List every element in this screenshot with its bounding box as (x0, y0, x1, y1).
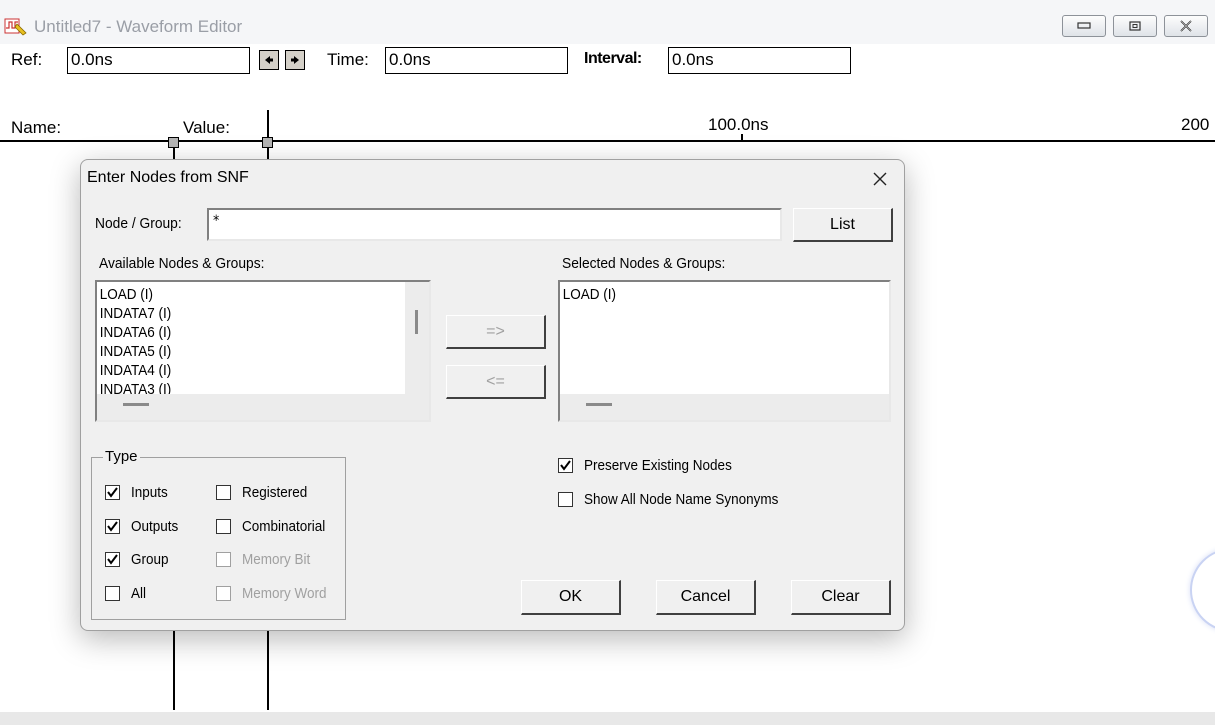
interval-field[interactable]: 0.0ns (668, 47, 851, 74)
group-checkbox[interactable] (105, 552, 120, 567)
floating-circle-button[interactable] (1190, 548, 1215, 632)
combinatorial-checkbox[interactable] (216, 519, 231, 534)
preserve-existing-label: Preserve Existing Nodes (584, 457, 732, 474)
list-item[interactable]: LOAD (I) (560, 285, 848, 304)
list-item[interactable]: INDATA6 (I) (97, 323, 372, 342)
minimize-button[interactable] (1062, 15, 1106, 37)
horizontal-scroll-thumb[interactable] (586, 403, 612, 406)
inputs-label: Inputs (131, 484, 168, 501)
value-column-label: Value: (183, 118, 230, 137)
list-item[interactable]: INDATA3 (I) (97, 380, 372, 395)
time-field[interactable]: 0.0ns (385, 47, 568, 74)
time-tick-100ns: 100.0ns (708, 115, 769, 134)
selected-nodes-label: Selected Nodes & Groups: (562, 255, 726, 272)
show-synonyms-checkbox[interactable] (558, 492, 573, 507)
window-titlebar: Untitled7 - Waveform Editor (0, 0, 1215, 44)
enter-nodes-dialog: Enter Nodes from SNF Node / Group: * Lis… (80, 159, 905, 631)
checkmark-icon (107, 521, 118, 532)
checkmark-icon (107, 487, 118, 498)
ref-next-button[interactable] (285, 50, 305, 70)
show-synonyms-label: Show All Node Name Synonyms (584, 491, 779, 508)
restore-button[interactable] (1113, 15, 1157, 37)
outputs-label: Outputs (131, 518, 179, 535)
add-node-button[interactable]: => (446, 315, 546, 349)
dialog-close-button[interactable] (869, 168, 891, 190)
all-checkbox[interactable] (105, 586, 120, 601)
list-item[interactable]: INDATA7 (I) (97, 304, 372, 323)
ok-button[interactable]: OK (521, 580, 621, 615)
group-label: Group (131, 551, 169, 568)
registered-label: Registered (242, 484, 308, 501)
list-item[interactable]: INDATA5 (I) (97, 342, 372, 361)
vertical-scroll-thumb[interactable] (415, 310, 418, 334)
time-tick-200: 200 (1181, 115, 1210, 134)
checkmark-icon (107, 554, 118, 565)
restore-icon (1129, 21, 1141, 31)
window-title: Untitled7 - Waveform Editor (34, 17, 243, 36)
close-icon (873, 172, 887, 186)
arrow-left-icon (265, 56, 273, 64)
inputs-checkbox[interactable] (105, 485, 120, 500)
node-group-label: Node / Group: (95, 215, 182, 232)
horizontal-scrollbar[interactable] (560, 394, 889, 420)
type-group-label: Type (103, 448, 140, 465)
memory-word-checkbox (216, 586, 231, 601)
close-window-button[interactable] (1164, 15, 1208, 37)
horizontal-scrollbar[interactable] (97, 394, 429, 420)
minimize-icon (1077, 22, 1091, 29)
ruler-line (0, 140, 1215, 142)
list-button[interactable]: List (793, 208, 893, 242)
time-label: Time: (327, 50, 369, 69)
cancel-button[interactable]: Cancel (656, 580, 756, 615)
ruler-tick (741, 134, 743, 141)
registered-checkbox[interactable] (216, 485, 231, 500)
all-label: All (131, 585, 147, 602)
preserve-existing-checkbox[interactable] (558, 458, 573, 473)
name-divider-handle[interactable] (168, 137, 179, 148)
waveform-editor-app-icon (4, 18, 27, 36)
ref-field[interactable]: 0.0ns (67, 47, 250, 74)
horizontal-scroll-thumb[interactable] (123, 403, 149, 406)
ref-label: Ref: (11, 50, 43, 69)
memory-bit-label: Memory Bit (242, 551, 311, 568)
available-nodes-list[interactable]: LOAD (I) INDATA7 (I) INDATA6 (I) INDATA5… (95, 280, 431, 422)
arrow-right-icon (291, 56, 299, 64)
remove-node-button[interactable]: <= (446, 365, 546, 399)
checkmark-icon (560, 460, 571, 471)
close-icon (1180, 20, 1192, 32)
value-divider-handle[interactable] (262, 137, 273, 148)
status-strip (0, 712, 1215, 725)
list-item[interactable]: LOAD (I) (97, 285, 372, 304)
available-nodes-label: Available Nodes & Groups: (99, 255, 265, 272)
dialog-title: Enter Nodes from SNF (87, 169, 249, 186)
node-group-input[interactable]: * (207, 208, 782, 241)
available-list-items: LOAD (I) INDATA7 (I) INDATA6 (I) INDATA5… (97, 285, 402, 395)
vertical-scrollbar[interactable] (405, 282, 429, 394)
memory-word-label: Memory Word (242, 585, 327, 602)
name-column-label: Name: (11, 118, 62, 137)
interval-label: Interval: (584, 50, 642, 67)
outputs-checkbox[interactable] (105, 519, 120, 534)
selected-nodes-list[interactable]: LOAD (I) (558, 280, 891, 422)
selected-list-items: LOAD (I) (560, 285, 880, 304)
list-item[interactable]: INDATA4 (I) (97, 361, 372, 380)
clear-button[interactable]: Clear (791, 580, 891, 615)
ref-prev-button[interactable] (259, 50, 279, 70)
memory-bit-checkbox (216, 552, 231, 567)
combinatorial-label: Combinatorial (242, 518, 326, 535)
